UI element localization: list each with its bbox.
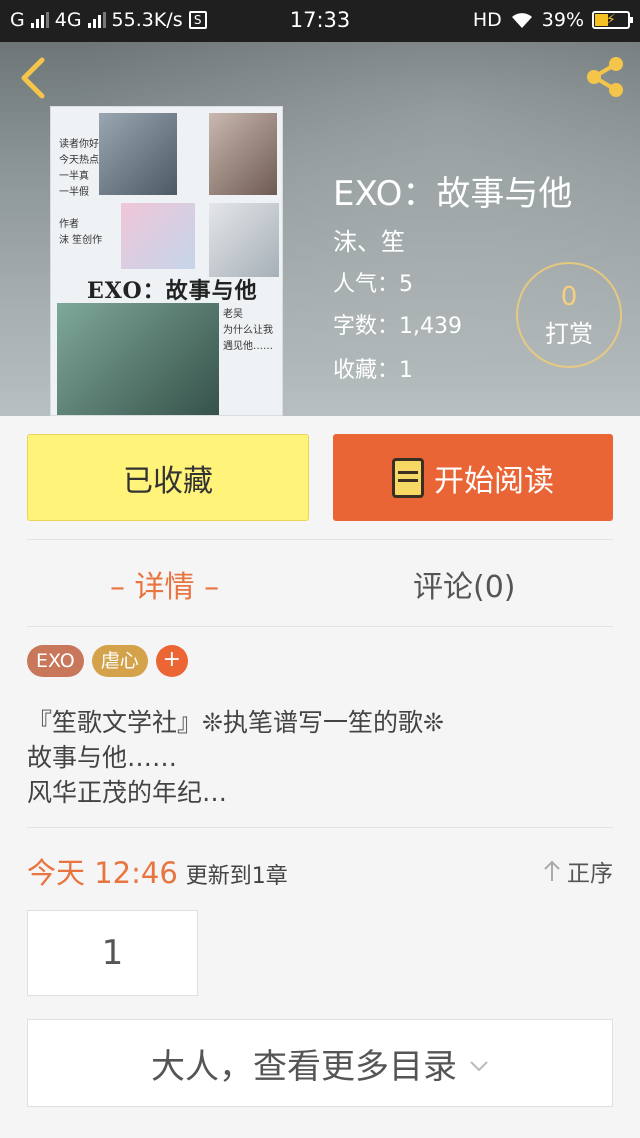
book-description: 『笙歌文学社』❊执笔谱写一笙的歌❊ 故事与他…… 风华正茂的年纪…	[27, 705, 444, 810]
book-icon	[392, 457, 424, 498]
update-text: 更新到1章	[185, 864, 288, 889]
wifi-icon	[511, 13, 532, 28]
cover-title: EXO：故事与他	[87, 278, 258, 304]
back-button[interactable]	[14, 56, 54, 100]
cover-note-right: 老吴 为什么让我 遇见他……	[223, 309, 273, 352]
book-cover[interactable]: 读者你好 今天热点 一半真 一半假 作者 沫 笙创作 老吴 为什么让我 遇见他……	[50, 106, 283, 416]
tag-exo[interactable]: EXO	[27, 645, 84, 677]
cover-photo	[209, 203, 279, 277]
tip-label: 打赏	[545, 320, 593, 348]
chapter-number: 1	[101, 933, 124, 973]
description-line: 风华正茂的年纪…	[27, 778, 228, 807]
chapter-item[interactable]: 1	[27, 910, 198, 996]
hd-label: HD	[472, 9, 502, 31]
book-title: EXO：故事与他	[333, 174, 573, 214]
status-right: HD 39% ⚡	[472, 9, 633, 31]
tab-comments[interactable]: 评论(0)	[413, 562, 516, 606]
update-time: 今天 12:46	[27, 856, 178, 890]
status-bar: G 4G 55.3K/s S 17:33 HD 39% ⚡	[0, 0, 640, 42]
favorites-count: 收藏：1	[333, 358, 413, 383]
add-tag-button[interactable]: +	[155, 645, 188, 677]
cover-photo	[121, 203, 195, 269]
tip-count: 0	[560, 282, 578, 312]
description-line: 故事与他……	[27, 743, 178, 772]
tip-button[interactable]: 0 打赏	[516, 262, 622, 368]
book-author[interactable]: 沫、笙	[333, 222, 405, 257]
chevron-down-icon	[470, 1061, 488, 1072]
cover-note-left: 读者你好 今天热点 一半真 一半假 作者 沫 笙创作	[59, 139, 103, 246]
popularity: 人气：5	[333, 272, 413, 297]
share-button[interactable]	[582, 54, 628, 100]
divider	[27, 827, 613, 828]
update-info: 今天 12:46 更新到1章	[27, 850, 288, 892]
collected-button[interactable]: 已收藏	[27, 434, 309, 521]
tag-nuexin[interactable]: 虐心	[91, 645, 148, 677]
share-icon	[587, 57, 623, 97]
arrow-up-icon	[544, 860, 560, 881]
sort-order-label: 正序	[567, 861, 613, 887]
tab-detail[interactable]: – 详情 –	[110, 562, 219, 606]
book-header: 读者你好 今天热点 一半真 一半假 作者 沫 笙创作 老吴 为什么让我 遇见他……	[0, 42, 640, 416]
cover-photo	[57, 303, 219, 415]
start-reading-button[interactable]: 开始阅读	[333, 434, 613, 521]
word-count: 字数：1,439	[333, 314, 462, 339]
cover-photo	[209, 113, 277, 195]
tag-list: EXO 虐心 +	[27, 645, 188, 677]
sort-order-button[interactable]: 正序	[543, 854, 613, 888]
start-reading-label: 开始阅读	[434, 463, 554, 499]
battery-icon: ⚡	[592, 11, 633, 29]
cover-photo	[99, 113, 177, 195]
more-catalog-button[interactable]: 大人，查看更多目录	[27, 1019, 613, 1107]
divider	[27, 626, 613, 627]
collected-label: 已收藏	[123, 463, 213, 499]
battery-percent: 39%	[541, 9, 584, 31]
chevron-left-icon	[21, 57, 45, 99]
more-catalog-label: 大人，查看更多目录	[151, 1046, 457, 1087]
description-line: 『笙歌文学社』❊执笔谱写一笙的歌❊	[27, 708, 444, 737]
divider	[27, 539, 613, 540]
